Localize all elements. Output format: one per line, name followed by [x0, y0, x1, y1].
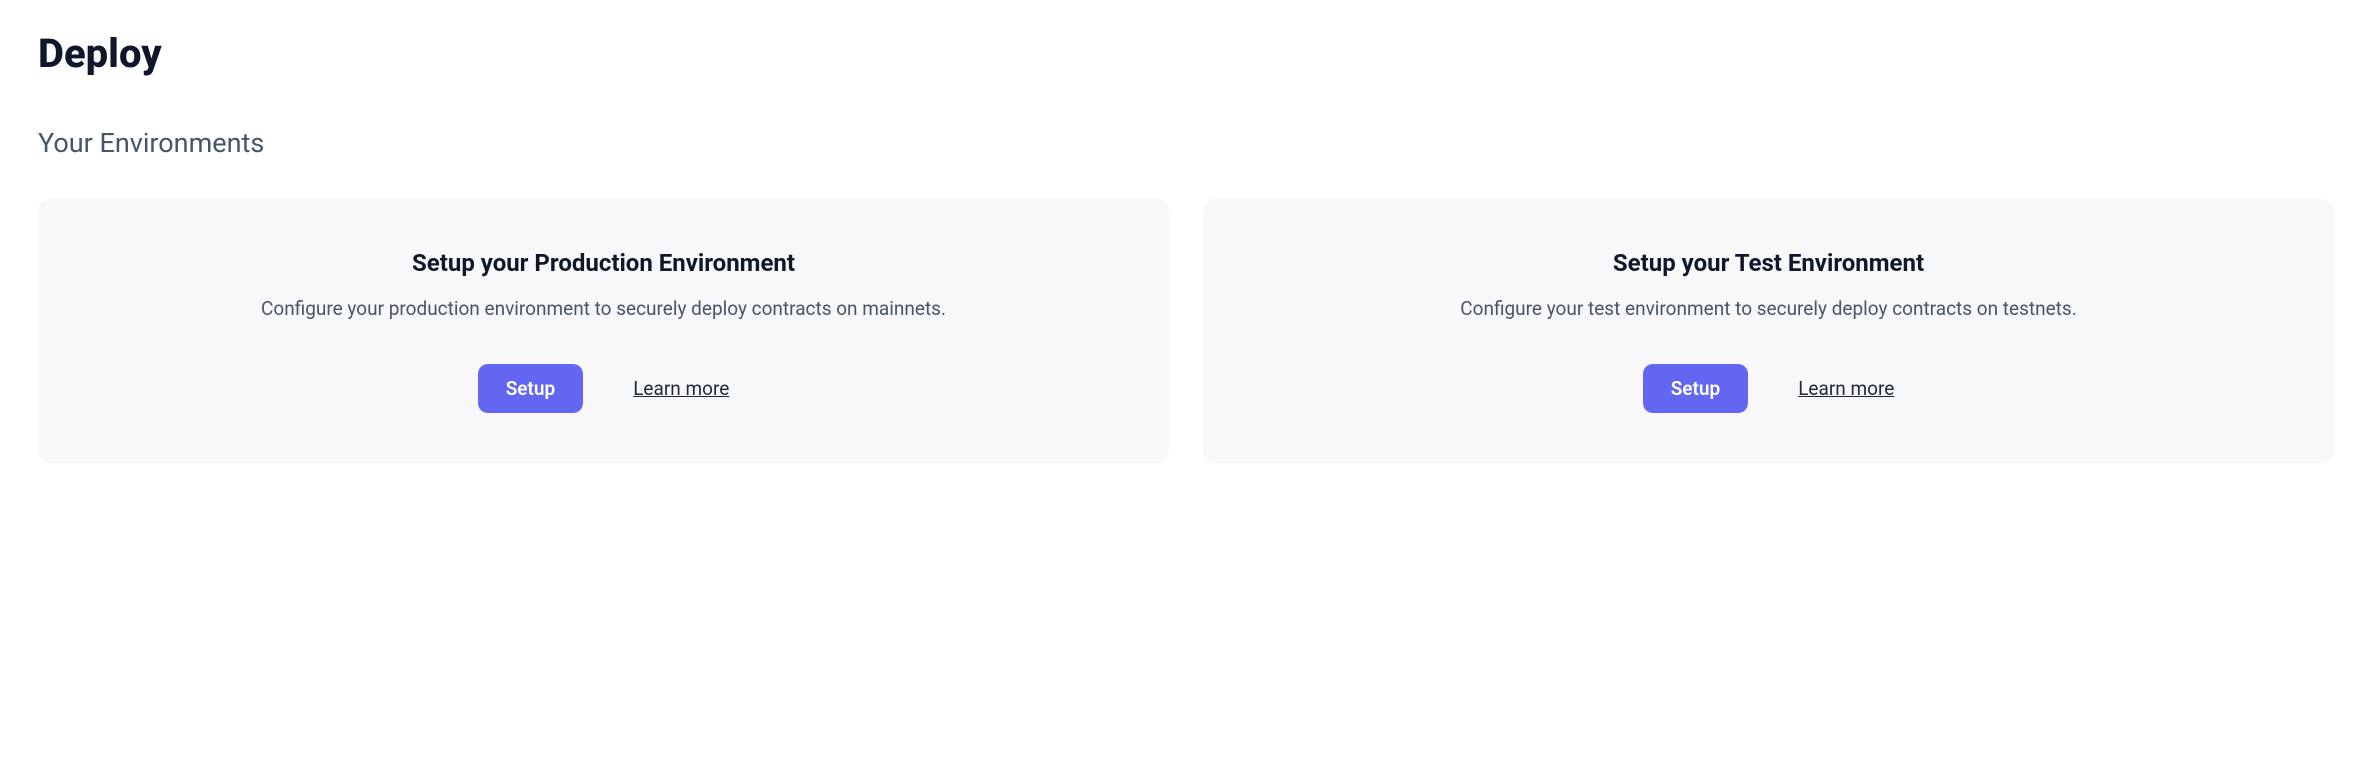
environments-container: Setup your Production Environment Config… — [38, 199, 2334, 463]
setup-button[interactable]: Setup — [1643, 364, 1749, 413]
page-title: Deploy — [38, 30, 2334, 77]
card-title: Setup your Test Environment — [1613, 249, 1924, 277]
card-title: Setup your Production Environment — [412, 249, 795, 277]
card-actions: Setup Learn more — [478, 364, 730, 413]
learn-more-link[interactable]: Learn more — [1798, 377, 1894, 400]
card-description: Configure your production environment to… — [261, 295, 946, 324]
learn-more-link[interactable]: Learn more — [633, 377, 729, 400]
environment-card-production: Setup your Production Environment Config… — [38, 199, 1169, 463]
section-title: Your Environments — [38, 127, 2334, 159]
environment-card-test: Setup your Test Environment Configure yo… — [1203, 199, 2334, 463]
card-actions: Setup Learn more — [1643, 364, 1895, 413]
setup-button[interactable]: Setup — [478, 364, 584, 413]
card-description: Configure your test environment to secur… — [1460, 295, 2076, 324]
